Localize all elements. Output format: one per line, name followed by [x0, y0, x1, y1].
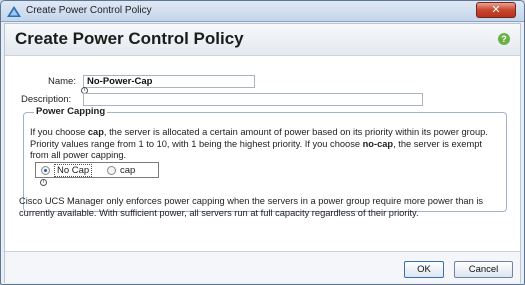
description-label: Description:	[21, 94, 72, 105]
desc-part-nocap: no-cap	[362, 138, 394, 149]
radio-unselected-icon	[107, 166, 116, 175]
close-button[interactable]: ✕	[476, 2, 516, 18]
power-capping-note: Cisco UCS Manager only enforces power ca…	[19, 196, 484, 218]
radio-no-cap[interactable]: No Cap	[41, 164, 93, 177]
radio-selected-icon	[41, 166, 50, 175]
cancel-button[interactable]: Cancel	[454, 261, 513, 278]
name-label: Name:	[48, 76, 76, 87]
power-capping-title: Power Capping	[34, 106, 108, 117]
page-title: Create Power Control Policy	[15, 29, 244, 48]
title-bar[interactable]: Create Power Control Policy ✕	[1, 1, 524, 22]
dialog-header: Create Power Control Policy ?	[5, 24, 520, 56]
help-icon[interactable]: ?	[498, 33, 510, 45]
name-field[interactable]: No-Power-Cap	[83, 75, 255, 88]
app-triangle-icon	[7, 6, 21, 17]
dialog-window: Create Power Control Policy ✕ Create Pow…	[0, 0, 525, 285]
window-title: Create Power Control Policy	[26, 5, 152, 16]
power-capping-radio-group: No Cap cap	[35, 162, 159, 178]
radio-no-cap-label: No Cap	[54, 164, 93, 177]
radio-cap[interactable]: cap	[107, 164, 135, 177]
dialog-footer: OK Cancel	[5, 251, 520, 283]
radio-info-icon: i	[40, 179, 47, 186]
desc-part-cap: cap	[87, 127, 104, 137]
description-field[interactable]	[83, 93, 423, 106]
dialog-content: Create Power Control Policy ? Name: No-P…	[4, 23, 521, 283]
radio-cap-label: cap	[120, 165, 136, 176]
power-capping-description: If you choose cap, the server is allocat…	[30, 127, 500, 162]
desc-part-1: If you choose	[30, 127, 88, 137]
ok-button[interactable]: OK	[404, 261, 444, 278]
